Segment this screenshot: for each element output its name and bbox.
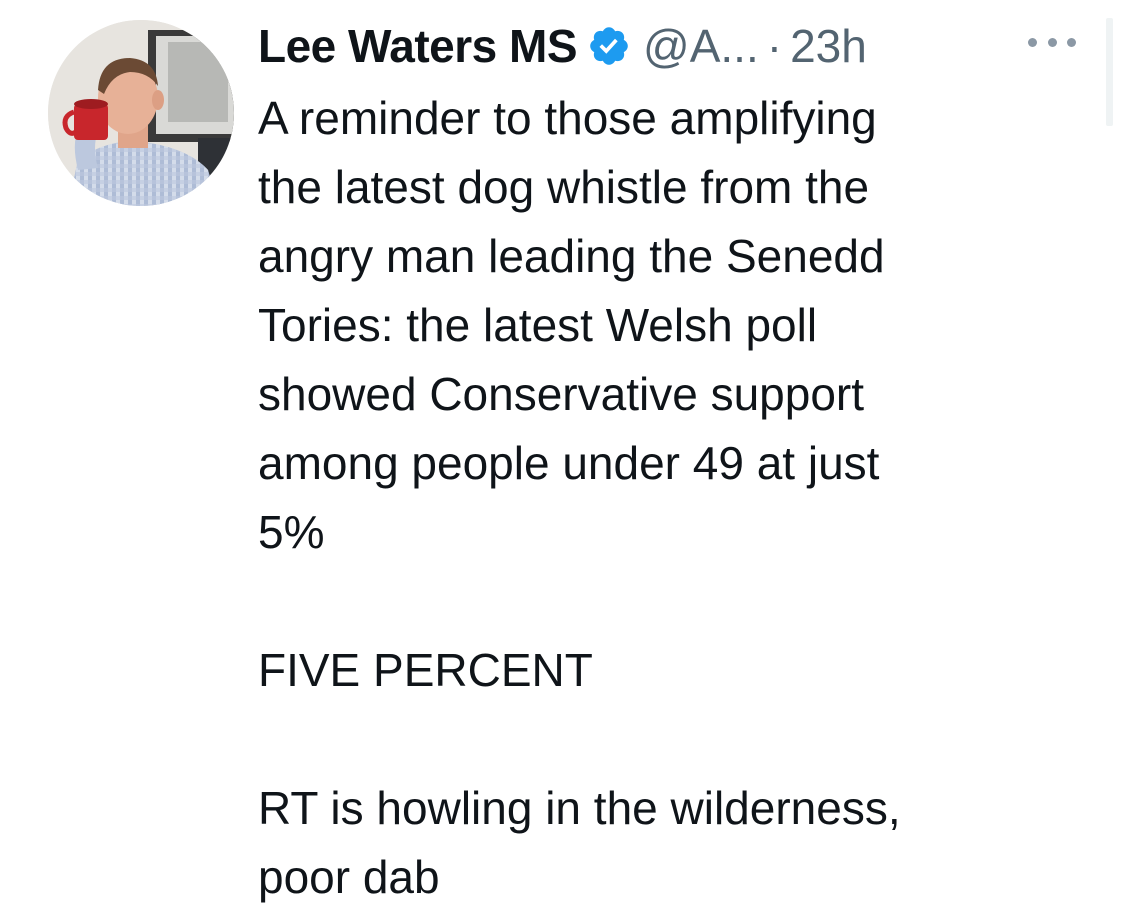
text-line: A reminder to those amplifying bbox=[258, 92, 877, 144]
text-line: showed Conservative support bbox=[258, 368, 864, 420]
text-line: angry man leading the Senedd bbox=[258, 230, 885, 282]
author-avatar[interactable] bbox=[48, 20, 234, 206]
text-line: poor dab bbox=[258, 851, 440, 903]
avatar-photo bbox=[48, 20, 234, 206]
tweet-timestamp[interactable]: 23h bbox=[790, 19, 867, 73]
verified-badge-icon bbox=[587, 24, 631, 68]
text-line: FIVE PERCENT bbox=[258, 644, 593, 696]
tweet-text: A reminder to those amplifying the lates… bbox=[258, 84, 1058, 912]
more-dots-icon[interactable] bbox=[1028, 28, 1076, 56]
text-line: the latest dog whistle from the bbox=[258, 161, 870, 213]
separator-dot: · bbox=[766, 20, 783, 72]
text-line: RT is howling in the wilderness, bbox=[258, 782, 901, 834]
tweet-header: Lee Waters MS @A... · 23h bbox=[258, 14, 867, 78]
text-line: among people under 49 at just bbox=[258, 437, 880, 489]
text-line: 5% bbox=[258, 506, 325, 558]
text-line: Tories: the latest Welsh poll bbox=[258, 299, 818, 351]
scrollbar[interactable] bbox=[1106, 18, 1113, 126]
tweet-paragraph: FIVE PERCENT bbox=[258, 636, 1058, 705]
author-name[interactable]: Lee Waters MS bbox=[258, 19, 578, 73]
tweet-paragraph: A reminder to those amplifying the lates… bbox=[258, 84, 1058, 567]
author-handle[interactable]: @A... bbox=[643, 19, 759, 73]
tweet-paragraph: RT is howling in the wilderness, poor da… bbox=[258, 774, 1058, 912]
